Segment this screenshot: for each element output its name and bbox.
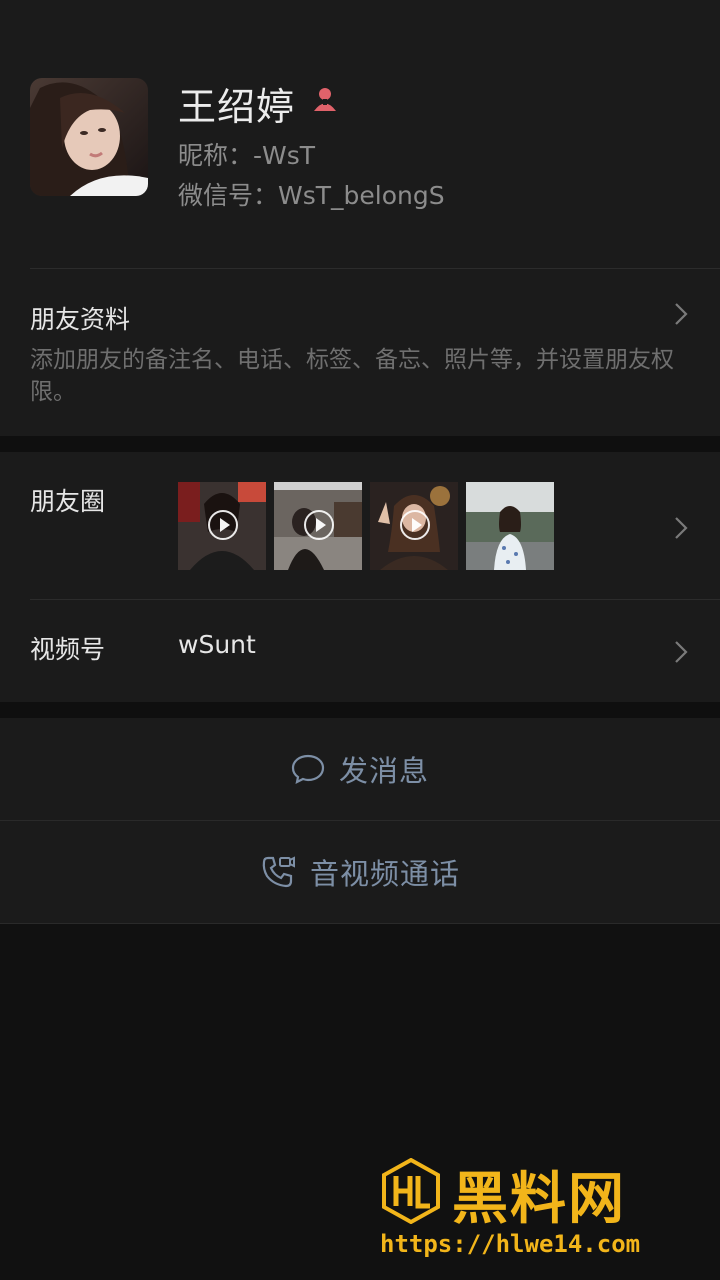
section-gap: [0, 702, 720, 718]
avatar[interactable]: [30, 78, 148, 196]
wechat-id-text: 微信号：WsT_belongS: [178, 181, 445, 210]
chevron-right-icon: [675, 303, 688, 325]
moments-thumbnails[interactable]: [178, 482, 554, 570]
moments-label: 朋友圈: [30, 487, 106, 516]
watermark-title: 黑料网: [452, 1167, 626, 1232]
play-icon: [400, 510, 430, 540]
section-gap: [0, 436, 720, 452]
nickname-text: 昵称：-WsT: [178, 141, 316, 170]
contact-name: 王绍婷: [178, 85, 296, 129]
av-call-button[interactable]: 音视频通话: [0, 821, 720, 923]
moments-thumbnail[interactable]: [370, 482, 458, 570]
moments-thumbnail[interactable]: [466, 482, 554, 570]
moments-channels-card: 朋友圈 视频号 wSunt: [0, 452, 720, 702]
send-message-label: 发消息: [338, 754, 429, 788]
watermark: 黑料网 https://hlwe14.com: [380, 1158, 710, 1270]
divider: [30, 268, 720, 269]
moments-thumbnail[interactable]: [178, 482, 266, 570]
friend-info-description: 添加朋友的备注名、电话、标签、备忘、照片等，并设置朋友权限。: [30, 347, 674, 405]
watermark-logo-icon: [382, 1158, 440, 1224]
play-icon: [304, 510, 334, 540]
female-icon: [314, 88, 336, 111]
watermark-url: https://hlwe14.com: [380, 1230, 641, 1258]
chat-bubble-icon: [291, 754, 325, 784]
channels-value[interactable]: wSunt: [178, 630, 256, 659]
av-call-label: 音视频通话: [309, 857, 460, 891]
divider: [0, 923, 720, 924]
phone-video-icon: [262, 856, 295, 888]
moments-thumbnail[interactable]: [274, 482, 362, 570]
play-icon: [208, 510, 238, 540]
channels-label: 视频号: [30, 635, 106, 664]
profile-header: 王绍婷 昵称：-WsT 微信号：WsT_belongS: [0, 0, 720, 268]
chevron-right-icon[interactable]: [674, 640, 688, 664]
divider: [30, 599, 720, 600]
friend-info-row[interactable]: 朋友资料 添加朋友的备注名、电话、标签、备忘、照片等，并设置朋友权限。: [0, 268, 720, 436]
chevron-right-icon[interactable]: [674, 516, 688, 540]
send-message-button[interactable]: 发消息: [0, 718, 720, 820]
friend-info-title: 朋友资料: [30, 305, 131, 334]
